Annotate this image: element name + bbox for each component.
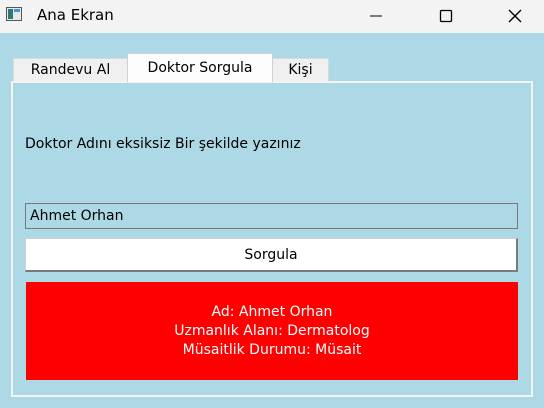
result-name: Ad: Ahmet Orhan [211, 303, 333, 320]
maximize-button[interactable] [423, 0, 469, 32]
main-window: Ana Ekran Randevu Al Doktor Sorgula Kişi… [0, 0, 544, 408]
sorgula-button[interactable]: Sorgula [25, 238, 518, 272]
instruction-label: Doktor Adını eksiksiz Bir şekilde yazını… [25, 136, 301, 152]
maximize-icon [439, 9, 453, 23]
tab-randevu-al[interactable]: Randevu Al [13, 58, 128, 81]
window-title: Ana Ekran [37, 6, 114, 24]
close-icon [508, 9, 522, 23]
close-button[interactable] [492, 0, 538, 32]
result-panel: Ad: Ahmet Orhan Uzmanlık Alanı: Dermatol… [26, 282, 518, 380]
result-availability: Müsaitlik Durumu: Müsait [182, 341, 362, 358]
minimize-button[interactable] [353, 0, 399, 32]
tab-kisi[interactable]: Kişi [272, 58, 329, 81]
app-window-icon [6, 7, 22, 21]
title-bar[interactable]: Ana Ekran [0, 0, 544, 33]
minimize-icon [370, 15, 382, 17]
result-specialty: Uzmanlık Alanı: Dermatolog [174, 322, 370, 339]
tab-doktor-sorgula[interactable]: Doktor Sorgula [127, 53, 273, 82]
doctor-name-input[interactable] [25, 203, 518, 229]
